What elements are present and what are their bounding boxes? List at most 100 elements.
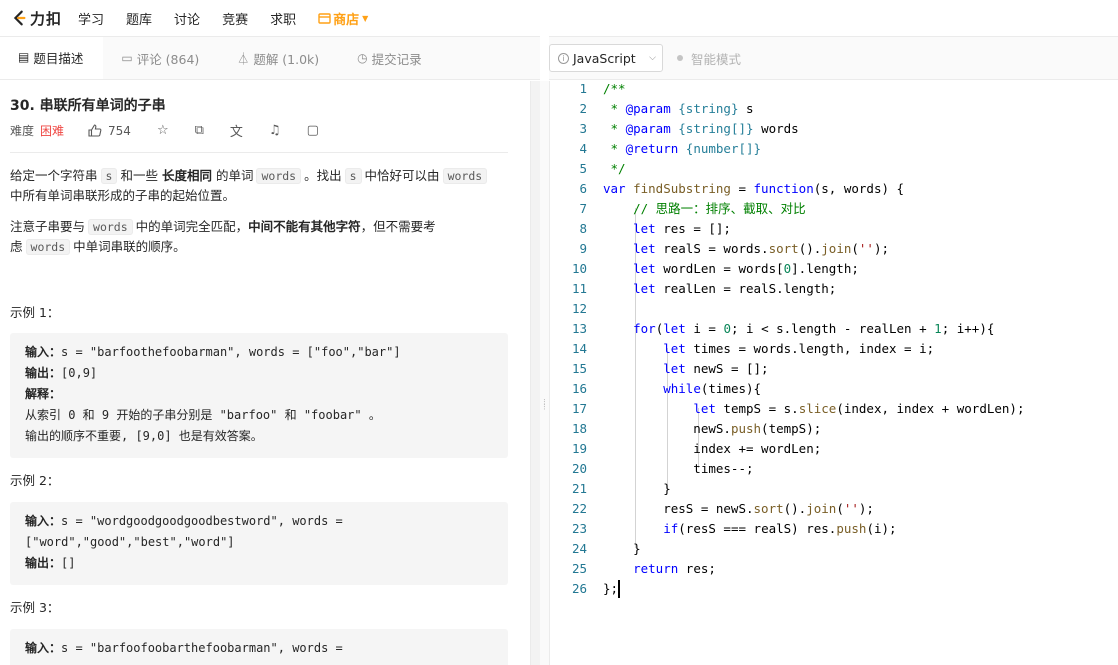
star-icon[interactable]: ☆ (157, 123, 169, 138)
desc-text: 注意子串要与 (10, 219, 86, 234)
translate-icon[interactable]: 文 (230, 121, 243, 140)
chevron-down-icon: ▼ (362, 13, 369, 23)
line-number: 21 (571, 481, 587, 496)
flask-icon: ⏃ (237, 51, 250, 66)
problem-meta: 难度 困难 754 ☆ ⧉ 文 ♫ ▢ (10, 121, 345, 140)
line-number: 7 (579, 201, 587, 216)
code-line: 24 } (550, 539, 1118, 559)
line-number: 14 (571, 341, 587, 356)
desc-bold: 中间不能有其他字符 (248, 219, 361, 234)
line-number: 23 (571, 521, 587, 536)
code-line: 5 */ (550, 159, 1118, 179)
description-paragraph-1: 给定一个字符串 s 和一些 长度相同 的单词 words 。找出 s 中恰好可以由 words… (10, 166, 508, 206)
share-icon[interactable]: ⧉ (195, 123, 204, 138)
line-number: 2 (579, 101, 587, 116)
nav-learn[interactable]: 学习 (78, 9, 104, 28)
bell-icon[interactable]: ♫ (269, 123, 281, 138)
inline-code: words (25, 239, 71, 255)
feedback-icon[interactable]: ▢ (307, 123, 319, 138)
code-line: 14 let times = words.length, index = i; (550, 339, 1118, 359)
line-number: 16 (571, 381, 587, 396)
example-2-block: 输入：s = "wordgoodgoodgoodbestword", words… (10, 502, 508, 585)
input-label: 输入： (25, 345, 62, 359)
code-line: 21 } (550, 479, 1118, 499)
code-line: 19 index += wordLen; (550, 439, 1118, 459)
desc-text: 的单词 (215, 168, 254, 183)
code-line: 11 let realLen = realS.length; (550, 279, 1118, 299)
difficulty-label: 难度 (10, 124, 35, 138)
example-explanation: 输出的顺序不重要, [9,0] 也是有效答案。 (25, 429, 263, 443)
nav-discuss[interactable]: 讨论 (174, 9, 200, 28)
line-number: 17 (571, 401, 587, 416)
output-label: 输出： (25, 366, 62, 380)
tab-description-label: 题目描述 (33, 50, 84, 66)
logo-text: 力扣 (30, 9, 63, 28)
line-number: 20 (571, 461, 587, 476)
tab-solutions-label: 题解 (1.0k) (253, 51, 320, 67)
nav-problemset[interactable]: 题库 (126, 9, 152, 28)
code-line: 7 // 思路一：排序、截取、对比 (550, 199, 1118, 219)
tab-solutions[interactable]: ⏃ 题解 (1.0k) (219, 37, 339, 79)
logo-icon (13, 10, 26, 26)
editor-toolbar: i JavaScript ⌵ 智能模式 (549, 36, 1118, 80)
chevron-down-icon: ⌵ (649, 53, 656, 63)
desc-text: 虑 (10, 239, 23, 254)
panel-splitter[interactable]: ⁝ ⁝ (540, 81, 549, 665)
leetcode-logo[interactable]: 力扣 (10, 8, 62, 29)
description-scrollbar[interactable] (530, 81, 540, 665)
tab-description[interactable]: ▤ 题目描述 (0, 37, 104, 79)
info-icon: i (558, 52, 569, 64)
text-cursor (618, 580, 620, 598)
code-line: 2 * @param {string} s (550, 99, 1118, 119)
status-dot-icon (677, 55, 683, 61)
description-paragraph-2: 注意子串要与 words 中的单词完全匹配，中间不能有其他字符，但不需要考 虑 wor… (10, 217, 508, 257)
inline-code: words (256, 168, 302, 184)
nav-store[interactable]: 商店 ▼ (318, 9, 368, 28)
description-icon: ▤ (18, 50, 30, 64)
divider (10, 152, 508, 153)
problem-tabs: ▤ 题目描述 ▭ 评论 (864) ⏃ 题解 (1.0k) ◷ 提交记录 (0, 36, 540, 80)
line-number: 13 (571, 321, 587, 336)
line-number: 22 (571, 501, 587, 516)
line-number: 4 (579, 141, 587, 156)
line-number: 26 (571, 581, 587, 596)
problem-title: 30. 串联所有单词的子串 (10, 98, 166, 114)
code-line: 25 return res; (550, 559, 1118, 579)
desc-text: 给定一个字符串 (10, 168, 98, 183)
input-label: 输入： (25, 514, 62, 528)
example-1-block: 输入：s = "barfoothefoobarman", words = ["f… (10, 333, 508, 458)
store-icon (318, 13, 331, 24)
line-number: 10 (571, 261, 587, 276)
output-label: 输出： (25, 556, 62, 570)
code-line: 26}; (550, 579, 1118, 599)
example-output: [] (61, 556, 76, 570)
code-line: 8 let res = []; (550, 219, 1118, 239)
example-3-title: 示例 3： (10, 600, 60, 615)
code-line: 18 newS.push(tempS); (550, 419, 1118, 439)
language-select-value: JavaScript (573, 50, 636, 66)
smart-mode-toggle[interactable]: 智能模式 (677, 49, 741, 68)
nav-store-label: 商店 (333, 12, 360, 28)
tab-submissions[interactable]: ◷ 提交记录 (339, 37, 442, 79)
line-number: 5 (579, 161, 587, 176)
like-button[interactable]: 754 (88, 124, 131, 138)
code-line: 4 * @return {number[]} (550, 139, 1118, 159)
language-select[interactable]: i JavaScript ⌵ (549, 44, 663, 72)
code-line: 22 resS = newS.sort().join(''); (550, 499, 1118, 519)
nav-jobs[interactable]: 求职 (270, 9, 296, 28)
like-count: 754 (108, 123, 131, 138)
explain-label: 解释： (25, 387, 62, 401)
desc-text: 中恰好可以由 (364, 168, 440, 183)
example-input: s = "barfoothefoobarman", words = ["foo"… (61, 345, 401, 359)
desc-text: ，但不需要考 (360, 219, 436, 234)
desc-text: 中所有单词串联形成的子串的起始位置。 (10, 188, 236, 203)
code-editor[interactable]: 1/** 2 * @param {string} s 3 * @param {s… (549, 81, 1118, 665)
line-number: 15 (571, 361, 587, 376)
thumbs-up-icon (88, 124, 102, 137)
line-number: 1 (579, 81, 587, 96)
tab-comments[interactable]: ▭ 评论 (864) (103, 37, 219, 79)
inline-code: words (88, 219, 133, 235)
nav-contest[interactable]: 竞赛 (222, 9, 248, 28)
line-number: 18 (571, 421, 587, 436)
example-output: [0,9] (61, 366, 98, 380)
